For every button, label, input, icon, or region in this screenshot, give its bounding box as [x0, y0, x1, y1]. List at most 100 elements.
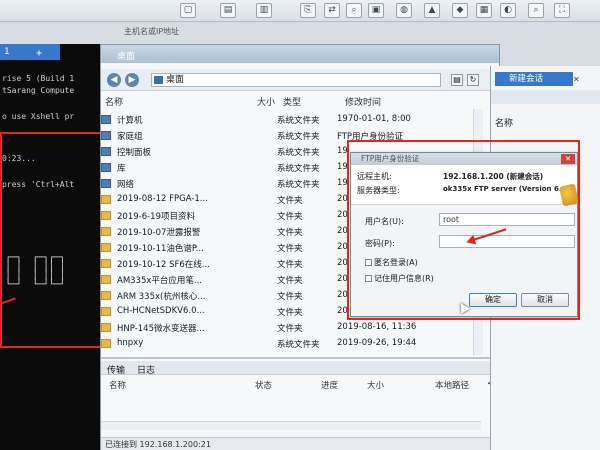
annotation-box-terminal	[0, 132, 102, 348]
transfer-header: 名称 状态 进度 大小 本地路径 <-	[101, 377, 499, 391]
file-name: ARM 335x(杭州核心...	[117, 292, 206, 302]
explorer-title: 桌面	[117, 52, 136, 62]
file-name: CH-HCNetSDKV6.0...	[117, 306, 205, 316]
terminal-line: o use Xshell pr	[2, 112, 75, 121]
file-type: 系统文件夹	[277, 116, 320, 126]
folder-icon	[101, 291, 111, 300]
file-type: 文件夹	[277, 196, 303, 206]
folder-icon	[101, 227, 111, 236]
file-type: 系统文件夹	[277, 132, 320, 142]
file-type: 文件夹	[277, 324, 303, 334]
file-name: 2019-10-11油色谱P...	[117, 244, 204, 254]
file-type: 文件夹	[277, 244, 303, 254]
folder-icon	[101, 323, 111, 332]
new-folder-icon[interactable]: ▤	[451, 74, 463, 86]
column-name[interactable]: 名称	[105, 95, 123, 109]
network-icon	[101, 179, 111, 188]
refresh-icon[interactable]: ↻	[467, 74, 479, 86]
globe-icon[interactable]: ◍	[396, 3, 412, 18]
file-name: 网络	[117, 180, 135, 190]
transfer-scrollbar[interactable]	[101, 421, 481, 430]
file-name: HNP-145微水变送器...	[117, 324, 205, 334]
tab-log[interactable]: 日志	[137, 363, 155, 376]
transfer-col-size[interactable]: 大小	[367, 379, 384, 391]
file-type: 文件夹	[277, 260, 303, 270]
folder-icon	[101, 211, 111, 220]
zoom-icon[interactable]: ⌕	[528, 3, 544, 18]
library-icon	[101, 163, 111, 172]
computer-icon	[101, 115, 111, 124]
file-type: 系统文件夹	[277, 148, 320, 158]
file-row[interactable]: hnpxy 系统文件夹 2019-09-26, 19:44	[101, 335, 499, 351]
transfer-col-name[interactable]: 名称	[109, 379, 126, 391]
terminal-tab-label: 1	[4, 47, 10, 57]
file-name: 家庭组	[117, 132, 143, 142]
remote-column-name[interactable]: 名称	[495, 116, 513, 129]
file-type: 文件夹	[277, 228, 303, 238]
file-row[interactable]: HNP-145微水变送器... 文件夹 2019-08-16, 11:36	[101, 319, 499, 335]
file-type: 文件夹	[277, 276, 303, 286]
file-name: 控制面板	[117, 148, 152, 158]
file-name: 2019-6-19项目资料	[117, 212, 195, 222]
copy-icon[interactable]: ⎘	[300, 3, 316, 18]
folder-icon	[101, 339, 111, 348]
terminal-tab[interactable]: 1	[0, 44, 60, 60]
properties-icon[interactable]: ▥	[256, 3, 272, 18]
main-toolbar: ▢ ▤ ▥ ⎘ ⇄ ⌕ ▣ ◍ ▲ ◆ ▦ ◐ ⌕ ⛶	[0, 0, 600, 22]
file-modified: 1970-01-01, 8:00	[337, 114, 411, 124]
location-text: 桌面	[166, 75, 185, 85]
tab-transfer[interactable]: 传输	[107, 363, 125, 376]
paste-icon[interactable]: ⇄	[324, 3, 340, 18]
column-type[interactable]: 类型	[283, 95, 301, 109]
close-tab-icon[interactable]: ✕	[573, 75, 580, 84]
file-name: 计算机	[117, 116, 143, 126]
status-text: 已连接到 192.168.1.200:21	[105, 440, 211, 449]
folder-icon	[101, 195, 111, 204]
xftp-icon[interactable]: ◆	[452, 3, 468, 18]
panel-splitter[interactable]	[101, 357, 499, 359]
location-field[interactable]: 桌面	[151, 73, 441, 87]
new-session-icon[interactable]: ▢	[180, 3, 196, 18]
status-bar: 已连接到 192.168.1.200:21	[101, 437, 499, 450]
explorer-title-bar: 桌面	[101, 45, 499, 63]
keyboard-icon[interactable]: ▦	[476, 3, 492, 18]
open-icon[interactable]: ▤	[220, 3, 236, 18]
folder-icon	[101, 307, 111, 316]
fullscreen-icon[interactable]: ⛶	[554, 3, 570, 18]
transfer-tabs: 传输 日志	[101, 361, 499, 376]
add-tab-icon[interactable]: +	[36, 48, 42, 59]
forward-icon[interactable]: ▶	[125, 73, 139, 87]
control-panel-icon	[101, 147, 111, 156]
transfer-col-progress[interactable]: 进度	[321, 379, 338, 391]
host-address-field[interactable]: 主机名或IP地址	[120, 24, 350, 39]
file-row[interactable]: 计算机 系统文件夹 1970-01-01, 8:00	[101, 111, 499, 127]
transfer-col-status[interactable]: 状态	[255, 379, 272, 391]
lock-icon[interactable]: ▲	[424, 3, 440, 18]
file-name: 2019-10-12 SF6在线...	[117, 260, 210, 270]
folder-icon	[101, 275, 111, 284]
file-type: 文件夹	[277, 212, 303, 222]
chat-icon[interactable]: ◐	[500, 3, 516, 18]
file-type: 系统文件夹	[277, 180, 320, 190]
terminal-line: tSarang Compute	[2, 86, 75, 95]
file-type: 系统文件夹	[277, 340, 320, 350]
find-icon[interactable]: ⌕	[346, 3, 362, 18]
remote-nav-bar	[491, 90, 600, 104]
file-type: 文件夹	[277, 308, 303, 318]
file-modified: 2019-09-26, 19:44	[337, 338, 417, 348]
folder-icon	[101, 243, 111, 252]
column-size[interactable]: 大小	[257, 95, 275, 109]
file-name: 2019-08-12 FPGA-1...	[117, 194, 208, 204]
file-name: 2019-10-07泄露报警	[117, 228, 201, 238]
tab-new-session-label: 新建会话	[509, 74, 544, 84]
file-name: hnpxy	[117, 338, 144, 348]
column-modified[interactable]: 修改时间	[345, 95, 381, 109]
back-icon[interactable]: ◀	[107, 73, 121, 87]
terminal-line: rise 5 (Build 1	[2, 74, 75, 83]
file-type: 系统文件夹	[277, 164, 320, 174]
file-name: AM335x平台应用笔...	[117, 276, 203, 286]
file-type: 文件夹	[277, 292, 303, 302]
tab-new-session[interactable]: 新建会话	[495, 72, 573, 86]
layout-icon[interactable]: ▣	[368, 3, 384, 18]
transfer-col-local-path[interactable]: 本地路径	[435, 379, 469, 391]
